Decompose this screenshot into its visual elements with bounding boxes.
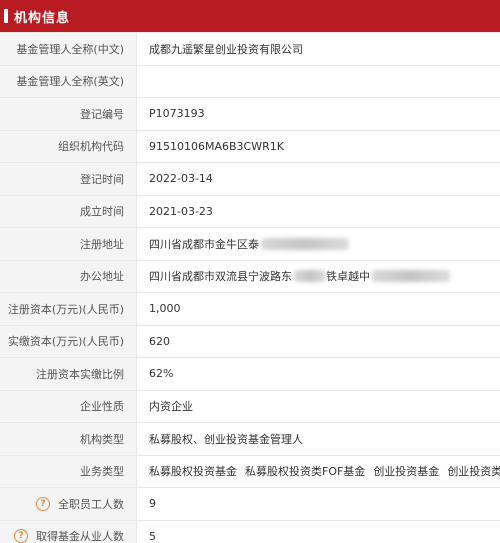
row-label: 登记时间 (0, 163, 137, 195)
row-label: 注册资本实缴比例 (0, 358, 137, 390)
row-value: 2021-03-23 (149, 204, 213, 218)
table-row-org-type: 机构类型 私募股权、创业投资基金管理人 (0, 423, 500, 456)
row-value: P1073193 (149, 107, 205, 121)
row-label: 实缴资本(万元)(人民币) (0, 325, 137, 357)
row-label: 机构类型 (0, 423, 137, 455)
row-label: 全职员工人数 (58, 497, 124, 511)
row-value: 私募股权、创业投资基金管理人 (149, 432, 303, 446)
redacted-text (294, 270, 326, 283)
row-value-wrap: 四川省成都市双流县宁波路东 铁卓越中 (137, 261, 500, 293)
row-label-wrap: ? 取得基金从业人数 (0, 520, 137, 543)
table-row-nature: 企业性质 内资企业 (0, 390, 500, 423)
row-value: 62% (149, 367, 174, 381)
header-accent-bar (4, 9, 8, 23)
question-icon[interactable]: ? (14, 529, 28, 543)
row-label: 取得基金从业人数 (36, 530, 124, 543)
table-row-reg-capital: 注册资本(万元)(人民币) 1,000 (0, 293, 500, 326)
row-label: 成立时间 (0, 195, 137, 227)
row-value: 2022-03-14 (149, 172, 213, 186)
table-row-office-addr: 办公地址 四川省成都市双流县宁波路东 铁卓越中 (0, 260, 500, 293)
row-label: 登记编号 (0, 98, 137, 130)
row-value: 91510106MA6B3CWR1K (149, 139, 284, 153)
table-row-org-code: 组织机构代码 91510106MA6B3CWR1K (0, 130, 500, 163)
row-value: 成都九遥繁星创业投资有限公司 (149, 42, 303, 56)
row-value-tags: 私募股权投资基金 私募股权投资类FOF基金 创业投资基金 创业投资类FOF基金 (137, 456, 500, 488)
row-label: 组织机构代码 (0, 130, 137, 162)
biz-tag: 创业投资类FOF基金 (447, 465, 500, 479)
section-header: 机构信息 (0, 0, 500, 32)
row-label: 企业性质 (0, 390, 137, 422)
biz-tag: 创业投资基金 (373, 465, 440, 479)
section-title: 机构信息 (14, 10, 71, 26)
table-row-reg-date: 登记时间 2022-03-14 (0, 163, 500, 196)
table-row-name-cn: 基金管理人全称(中文) 成都九遥繁星创业投资有限公司 (0, 33, 500, 66)
row-value (137, 66, 500, 98)
table-row-biz-type: 业务类型 私募股权投资基金 私募股权投资类FOF基金 创业投资基金 创业投资类F… (0, 455, 500, 488)
row-value: 5 (149, 529, 156, 543)
info-table: 基金管理人全称(中文) 成都九遥繁星创业投资有限公司 基金管理人全称(英文) 登… (0, 32, 500, 543)
biz-tag: 私募股权投资基金 (149, 465, 237, 479)
table-row-reg-addr: 注册地址 四川省成都市金牛区泰 (0, 228, 500, 261)
row-label: 业务类型 (0, 455, 137, 487)
table-row-name-en: 基金管理人全称(英文) (0, 65, 500, 98)
address-text-suffix: 铁卓越中 (326, 270, 370, 284)
row-label: 注册地址 (0, 228, 137, 260)
row-value: 内资企业 (149, 400, 193, 414)
row-value: 9 (149, 497, 156, 511)
biz-tag: 私募股权投资类FOF基金 (245, 465, 366, 479)
table-row-reg-no: 登记编号 P1073193 (0, 98, 500, 131)
row-value: 1,000 (149, 302, 181, 316)
table-row-paid-capital: 实缴资本(万元)(人民币) 620 (0, 325, 500, 358)
redacted-text (372, 270, 450, 283)
row-label: 基金管理人全称(英文) (0, 65, 137, 97)
row-label: 办公地址 (0, 260, 137, 292)
question-icon[interactable]: ? (36, 496, 50, 511)
table-row-qualified: ? 取得基金从业人数 5 (0, 520, 500, 543)
table-row-est-date: 成立时间 2021-03-23 (0, 195, 500, 228)
row-label-wrap: ? 全职员工人数 (0, 488, 137, 520)
row-value: 620 (149, 334, 170, 348)
address-text: 四川省成都市双流县宁波路东 (149, 270, 292, 284)
row-label: 基金管理人全称(中文) (0, 33, 137, 65)
redacted-text (261, 237, 349, 250)
table-row-employees: ? 全职员工人数 9 (0, 488, 500, 521)
address-text: 四川省成都市金牛区泰 (149, 237, 259, 251)
row-value-wrap: 四川省成都市金牛区泰 (137, 228, 500, 260)
row-label: 注册资本(万元)(人民币) (0, 293, 137, 325)
table-row-paid-ratio: 注册资本实缴比例 62% (0, 358, 500, 391)
